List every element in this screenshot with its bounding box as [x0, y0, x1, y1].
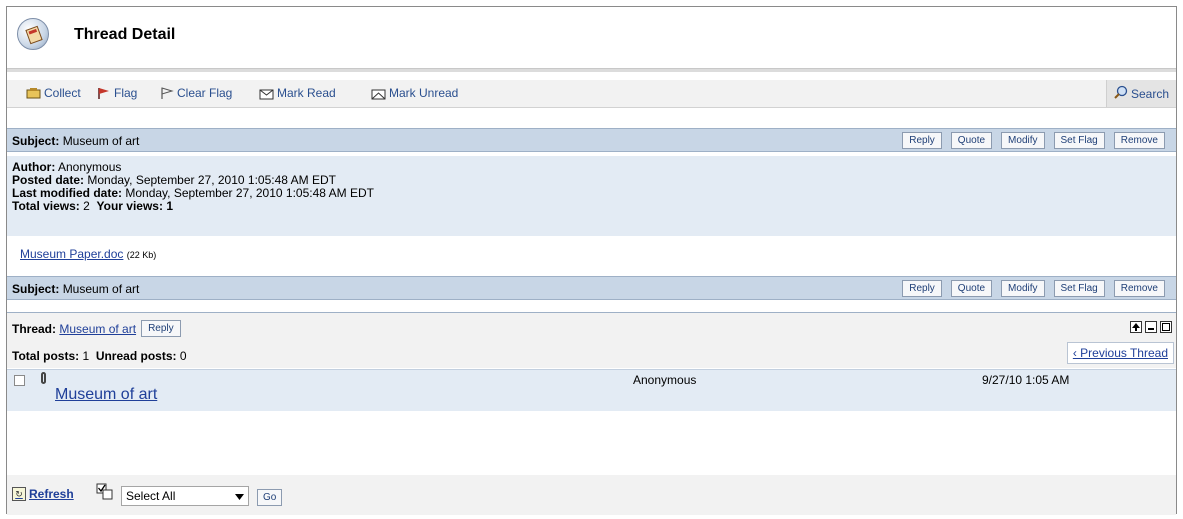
- thread-detail-frame: Thread Detail Collect Flag Clear Flag Ma…: [6, 6, 1177, 515]
- quote-button[interactable]: Quote: [950, 280, 993, 297]
- reply-button[interactable]: Reply: [902, 132, 942, 149]
- header-divider: [7, 68, 1176, 72]
- thread-title-link[interactable]: Museum of art: [59, 322, 136, 336]
- mark-read-icon: [259, 87, 274, 100]
- previous-thread-link[interactable]: ‹ Previous Thread: [1066, 342, 1174, 364]
- discussion-board-icon: [17, 18, 49, 50]
- toolbar: Collect Flag Clear Flag Mark Read Mark U…: [7, 80, 1176, 108]
- clear-flag-label: Clear Flag: [177, 86, 233, 100]
- page-title: Thread Detail: [74, 26, 176, 43]
- collect-button[interactable]: Collect: [26, 86, 81, 100]
- attachment-size: (22 Kb): [126, 250, 157, 260]
- attachment-link[interactable]: Museum Paper.doc: [20, 247, 123, 261]
- set-flag-button[interactable]: Set Flag: [1053, 280, 1105, 297]
- author-value: Anonymous: [58, 160, 122, 174]
- up-arrow-icon[interactable]: [1130, 321, 1142, 333]
- chevron-down-icon: [235, 489, 244, 503]
- thread-reply-button[interactable]: Reply: [141, 320, 181, 337]
- maximize-icon[interactable]: [1160, 321, 1172, 333]
- table-row: Museum of art Anonymous 9/27/10 1:05 AM: [7, 369, 1176, 411]
- subject-label: Subject:: [12, 134, 60, 148]
- thread-footer: ↻ Refresh Select All Go: [7, 475, 1176, 515]
- subject-bar-bottom: Subject: Museum of art Reply Quote Modif…: [7, 276, 1176, 300]
- collect-icon: [26, 87, 41, 100]
- modified-date-line: Last modified date: Monday, September 27…: [12, 186, 374, 200]
- post-select-checkbox[interactable]: [14, 375, 25, 386]
- remove-button[interactable]: Remove: [1113, 280, 1165, 297]
- remove-button[interactable]: Remove: [1113, 132, 1165, 149]
- subject-bar-top: Subject: Museum of art Reply Quote Modif…: [7, 128, 1176, 152]
- go-button[interactable]: Go: [257, 489, 283, 506]
- clear-flag-icon: [159, 86, 174, 100]
- mark-read-button[interactable]: Mark Read: [259, 86, 336, 100]
- modify-button[interactable]: Modify: [1001, 280, 1045, 297]
- reply-button[interactable]: Reply: [902, 280, 942, 297]
- views-line: Total views: 2 Your views: 1: [12, 199, 173, 213]
- modify-button[interactable]: Modify: [1001, 132, 1045, 149]
- post-title-link[interactable]: Museum of art: [55, 386, 157, 404]
- message-actions-bottom: Reply Quote Modify Set Flag Remove: [902, 280, 1165, 297]
- quote-button[interactable]: Quote: [950, 132, 993, 149]
- search-label: Search: [1130, 86, 1170, 101]
- mark-unread-button[interactable]: Mark Unread: [371, 86, 458, 100]
- total-posts-value: 1: [82, 349, 90, 363]
- message-actions-top: Reply Quote Modify Set Flag Remove: [902, 132, 1165, 149]
- flag-label: Flag: [114, 86, 138, 100]
- thread-panel: Thread: Museum of art Reply Total posts:…: [7, 312, 1176, 515]
- paperclip-icon: [41, 372, 46, 384]
- refresh-label: Refresh: [29, 487, 74, 501]
- subject-line-bottom: Subject: Museum of art: [12, 282, 140, 296]
- search-button[interactable]: Search: [1106, 80, 1176, 107]
- attachment-row: Museum Paper.doc (22 Kb): [20, 247, 156, 261]
- select-action-dropdown[interactable]: Select All: [121, 486, 249, 506]
- view-controls: [1130, 321, 1172, 333]
- thread-title-line: Thread: Museum of art Reply: [12, 320, 181, 337]
- posted-date-value: Monday, September 27, 2010 1:05:48 AM ED…: [87, 173, 336, 187]
- mark-read-label: Mark Read: [277, 86, 336, 100]
- mark-unread-icon: [371, 87, 386, 100]
- your-views-value: 1: [166, 199, 173, 213]
- post-counts: Total posts: 1 Unread posts: 0: [12, 349, 187, 363]
- thread-header: Thread: Museum of art Reply Total posts:…: [7, 313, 1176, 368]
- set-flag-button[interactable]: Set Flag: [1053, 132, 1105, 149]
- total-views-value: 2: [83, 199, 90, 213]
- post-date: 9/27/10 1:05 AM: [982, 373, 1070, 387]
- collect-label: Collect: [44, 86, 81, 100]
- flag-button[interactable]: Flag: [96, 86, 137, 100]
- refresh-icon: ↻: [12, 487, 26, 501]
- select-all-icon: [96, 483, 114, 501]
- refresh-button[interactable]: ↻ Refresh: [12, 487, 74, 501]
- minimize-icon[interactable]: [1145, 321, 1157, 333]
- search-icon: [1114, 85, 1128, 102]
- subject-value: Museum of art: [62, 134, 140, 148]
- select-action-value: Select All: [126, 489, 176, 503]
- thread-label: Thread:: [12, 321, 57, 336]
- message-info: Author: Anonymous Posted date: Monday, S…: [7, 156, 1176, 236]
- page-header: Thread Detail: [7, 7, 1176, 72]
- mark-unread-label: Mark Unread: [389, 86, 459, 100]
- subject-line: Subject: Museum of art: [12, 134, 139, 148]
- post-author: Anonymous: [633, 373, 697, 387]
- clear-flag-button[interactable]: Clear Flag: [159, 86, 232, 100]
- modified-date-value: Monday, September 27, 2010 1:05:48 AM ED…: [125, 186, 374, 200]
- unread-posts-value: 0: [179, 349, 187, 363]
- flag-icon: [96, 87, 111, 100]
